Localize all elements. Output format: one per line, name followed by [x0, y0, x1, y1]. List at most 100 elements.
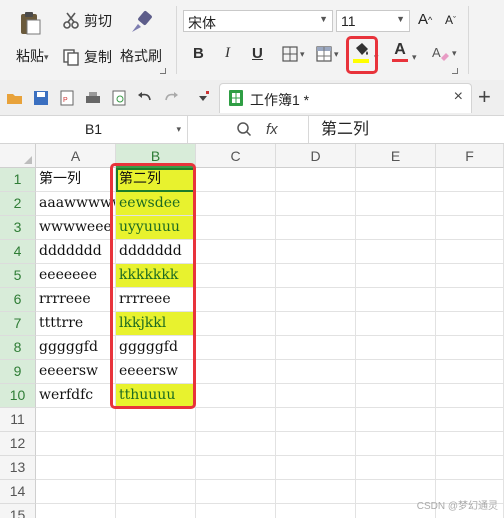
undo-icon[interactable]: [136, 89, 154, 107]
cell-a12[interactable]: [36, 432, 116, 456]
cell-style-button[interactable]: ▾: [316, 46, 339, 62]
row-header-8[interactable]: 8: [0, 336, 36, 360]
cell-c11[interactable]: [196, 408, 276, 432]
row-header-2[interactable]: 2: [0, 192, 36, 216]
cell-a13[interactable]: [36, 456, 116, 480]
cell-e4[interactable]: [356, 240, 436, 264]
cell-d1[interactable]: [276, 168, 356, 192]
cell-f10[interactable]: [436, 384, 504, 408]
underline-button[interactable]: U: [252, 45, 263, 62]
row-header-5[interactable]: 5: [0, 264, 36, 288]
cell-e2[interactable]: [356, 192, 436, 216]
cell-d4[interactable]: [276, 240, 356, 264]
cell-a15[interactable]: [36, 504, 116, 518]
cell-c12[interactable]: [196, 432, 276, 456]
cell-d12[interactable]: [276, 432, 356, 456]
cell-b15[interactable]: [116, 504, 196, 518]
cell-a9[interactable]: eeeersw: [36, 360, 116, 384]
cell-a10[interactable]: werfdfc: [36, 384, 116, 408]
cell-d15[interactable]: [276, 504, 356, 518]
cell-c6[interactable]: [196, 288, 276, 312]
row-header-10[interactable]: 10: [0, 384, 36, 408]
cell-c3[interactable]: [196, 216, 276, 240]
cell-f12[interactable]: [436, 432, 504, 456]
font-name-select[interactable]: 宋体 ▼: [183, 10, 333, 32]
cell-e5[interactable]: [356, 264, 436, 288]
row-header-15[interactable]: 15: [0, 504, 36, 518]
insert-function-button[interactable]: fx: [266, 121, 278, 138]
cell-c4[interactable]: [196, 240, 276, 264]
cell-f9[interactable]: [436, 360, 504, 384]
format-painter-button[interactable]: 格式刷: [120, 10, 162, 66]
row-header-6[interactable]: 6: [0, 288, 36, 312]
cell-e1[interactable]: [356, 168, 436, 192]
shrink-font-button[interactable]: Aˇ: [445, 13, 456, 27]
cell-f5[interactable]: [436, 264, 504, 288]
cell-e8[interactable]: [356, 336, 436, 360]
cell-d8[interactable]: [276, 336, 356, 360]
open-folder-icon[interactable]: [6, 89, 24, 107]
row-header-11[interactable]: 11: [0, 408, 36, 432]
cell-d10[interactable]: [276, 384, 356, 408]
cell-c10[interactable]: [196, 384, 276, 408]
cell-d3[interactable]: [276, 216, 356, 240]
cell-e3[interactable]: [356, 216, 436, 240]
cell-d5[interactable]: [276, 264, 356, 288]
cell-c7[interactable]: [196, 312, 276, 336]
name-box[interactable]: B1 ▾: [0, 116, 188, 143]
font-color-dropdown-icon[interactable]: ▾: [412, 52, 417, 63]
cell-e6[interactable]: [356, 288, 436, 312]
cell-c15[interactable]: [196, 504, 276, 518]
cell-a2[interactable]: aaawwwww: [36, 192, 116, 216]
cell-a5[interactable]: eeeeeee: [36, 264, 116, 288]
cell-d13[interactable]: [276, 456, 356, 480]
row-header-4[interactable]: 4: [0, 240, 36, 264]
print-preview-icon[interactable]: [110, 89, 128, 107]
cell-f3[interactable]: [436, 216, 504, 240]
cell-a11[interactable]: [36, 408, 116, 432]
row-header-14[interactable]: 14: [0, 480, 36, 504]
cell-e10[interactable]: [356, 384, 436, 408]
cell-c13[interactable]: [196, 456, 276, 480]
cell-d2[interactable]: [276, 192, 356, 216]
italic-button[interactable]: I: [225, 45, 230, 62]
clipboard-group-launcher[interactable]: [160, 68, 166, 74]
cell-b11[interactable]: [116, 408, 196, 432]
cell-a6[interactable]: rrrreee: [36, 288, 116, 312]
row-header-13[interactable]: 13: [0, 456, 36, 480]
cell-a4[interactable]: ddddddd: [36, 240, 116, 264]
add-tab-icon[interactable]: +: [478, 84, 491, 110]
export-pdf-icon[interactable]: P: [58, 89, 76, 107]
cell-a7[interactable]: ttttrre: [36, 312, 116, 336]
customize-toolbar-icon[interactable]: [194, 89, 212, 107]
cell-f2[interactable]: [436, 192, 504, 216]
row-header-1[interactable]: 1: [0, 168, 36, 192]
cell-f7[interactable]: [436, 312, 504, 336]
cell-a1[interactable]: 第一列: [36, 168, 116, 192]
cell-a14[interactable]: [36, 480, 116, 504]
row-header-9[interactable]: 9: [0, 360, 36, 384]
select-all-corner[interactable]: [0, 144, 36, 168]
borders-button[interactable]: ▾: [282, 46, 305, 62]
cell-c8[interactable]: [196, 336, 276, 360]
cell-f13[interactable]: [436, 456, 504, 480]
cell-e11[interactable]: [356, 408, 436, 432]
cell-c2[interactable]: [196, 192, 276, 216]
formula-input[interactable]: 第二列: [308, 116, 504, 143]
column-header-c[interactable]: C: [196, 144, 276, 168]
column-header-a[interactable]: A: [36, 144, 116, 168]
print-icon[interactable]: [84, 89, 102, 107]
cell-f8[interactable]: [436, 336, 504, 360]
font-size-select[interactable]: 11 ▼: [336, 10, 410, 32]
cell-c1[interactable]: [196, 168, 276, 192]
cell-d14[interactable]: [276, 480, 356, 504]
tab-workbook1[interactable]: 工作簿1 * ×: [219, 83, 472, 113]
row-header-12[interactable]: 12: [0, 432, 36, 456]
grow-font-button[interactable]: A ^: [418, 11, 432, 28]
row-header-3[interactable]: 3: [0, 216, 36, 240]
cell-b14[interactable]: [116, 480, 196, 504]
copy-button[interactable]: 复制: [62, 47, 112, 67]
cell-d7[interactable]: [276, 312, 356, 336]
cell-e13[interactable]: [356, 456, 436, 480]
cell-f1[interactable]: [436, 168, 504, 192]
